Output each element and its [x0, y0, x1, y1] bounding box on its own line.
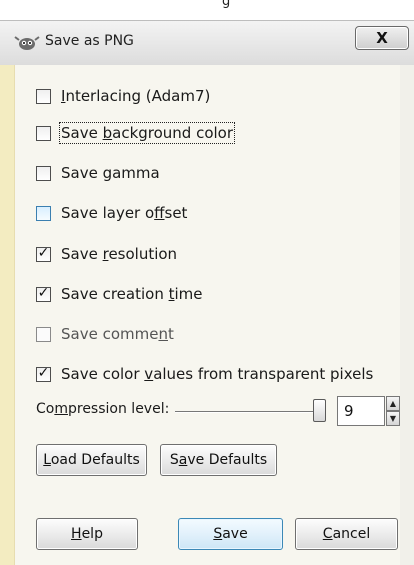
interlacing-label: Interlacing (Adam7) [61, 87, 211, 105]
interlacing-checkbox[interactable] [36, 88, 51, 104]
save-label: Save [213, 526, 248, 542]
cancel-label: Cancel [322, 526, 371, 542]
save-comment-label: Save comment [61, 325, 174, 343]
window-title: Save as PNG [45, 33, 134, 49]
save-gamma-label: Save gamma [61, 164, 160, 182]
save-creation-time-label: Save creation time [61, 285, 203, 303]
right-window-edge [400, 65, 414, 565]
save-resolution-option[interactable]: Save resolution [36, 243, 177, 265]
spin-up-icon[interactable]: ▲ [386, 396, 400, 411]
save-defaults-button[interactable]: Save Defaults [160, 444, 277, 476]
title-bar: Save as PNG X [0, 20, 414, 66]
save-layer-offset-label: Save layer offset [61, 204, 188, 222]
compression-spinner[interactable]: ▲ ▼ [386, 396, 400, 426]
compression-slider-track[interactable] [175, 411, 323, 413]
save-layer-offset-checkbox[interactable] [36, 205, 51, 221]
cutoff-text: g [222, 0, 231, 9]
save-comment-checkbox[interactable] [36, 326, 51, 342]
save-gamma-option[interactable]: Save gamma [36, 162, 160, 184]
left-window-edge [0, 65, 15, 565]
save-background-color-label: Save background color [58, 122, 236, 144]
save-comment-option[interactable]: Save comment [36, 323, 174, 345]
gimp-app-icon [14, 36, 40, 50]
load-defaults-button[interactable]: Load Defaults [36, 444, 147, 476]
save-gamma-checkbox[interactable] [36, 165, 51, 181]
load-defaults-label: Load Defaults [43, 452, 140, 468]
interlacing-option[interactable]: Interlacing (Adam7) [36, 85, 210, 107]
compression-slider-handle[interactable] [313, 399, 326, 422]
save-defaults-label: Save Defaults [169, 452, 268, 468]
save-background-color-option[interactable]: Save background color [36, 122, 236, 144]
save-background-color-checkbox[interactable] [36, 125, 51, 141]
save-color-values-option[interactable]: Save color values from transparent pixel… [36, 363, 373, 385]
help-label: Help [71, 526, 103, 542]
save-resolution-label: Save resolution [61, 245, 178, 263]
save-creation-time-checkbox[interactable] [36, 286, 51, 302]
save-creation-time-option[interactable]: Save creation time [36, 283, 203, 305]
close-icon: X [376, 29, 388, 47]
save-button[interactable]: Save [178, 518, 283, 550]
spin-down-icon[interactable]: ▼ [386, 411, 400, 426]
save-layer-offset-option[interactable]: Save layer offset [36, 202, 187, 224]
compression-level-input[interactable]: 9 [337, 396, 385, 426]
save-resolution-checkbox[interactable] [36, 246, 51, 262]
cancel-button[interactable]: Cancel [295, 518, 398, 550]
close-button[interactable]: X [355, 26, 409, 50]
save-color-values-checkbox[interactable] [36, 366, 51, 382]
help-button[interactable]: Help [36, 518, 138, 550]
save-color-values-label: Save color values from transparent pixel… [61, 365, 374, 383]
compression-level-label: Compression level: [36, 401, 170, 417]
screen-top-strip: g [0, 0, 414, 18]
